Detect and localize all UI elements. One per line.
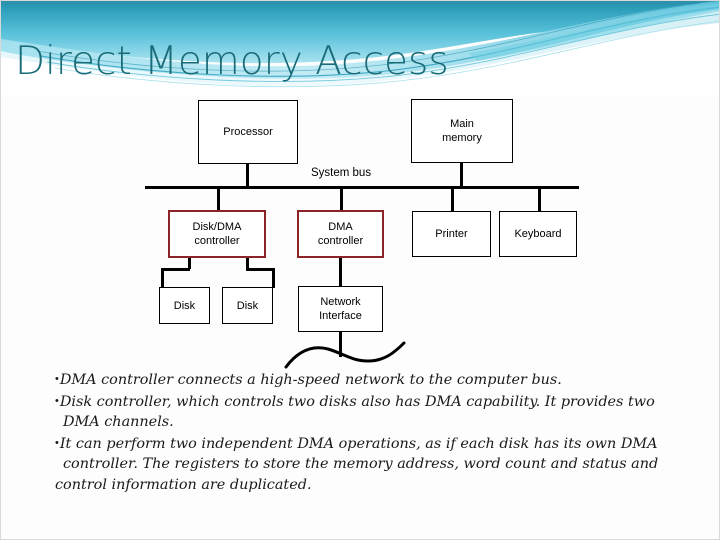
bullet-text-3-line-2-wrap: controller. The registers to store the m… (55, 454, 717, 475)
diagram-box-disk-2: Disk (222, 287, 273, 324)
box-label-disk-1: Disk (173, 299, 196, 312)
bullet-text-3-line-1: It can perform two independent DMA opera… (59, 435, 658, 452)
diagram-box-disk-dma-controller: Disk/DMA controller (168, 210, 266, 258)
connector-main-memory-to-bus (460, 163, 463, 187)
body-content: •DMA controller connects a high-speed ne… (55, 369, 717, 496)
bullet-text-2-line-2: DMA channels. (63, 414, 174, 431)
box-label-processor: Processor (223, 126, 273, 138)
diagram-label-system-bus: System bus (311, 167, 372, 179)
bullet-text-1-line-1: DMA controller connects a high-speed net… (59, 372, 562, 388)
diagram-box-network-interface: Network Interface (298, 286, 383, 332)
bullet-item-3: •It can perform two independent DMA oper… (55, 433, 717, 455)
connector-elbow-disk-1-horizontal (161, 268, 190, 271)
connector-bus-to-printer (451, 187, 454, 211)
connector-processor-to-bus (246, 164, 249, 187)
bullet-text-3-line-2: controller. The registers to store the m… (63, 456, 659, 473)
bullet-item-1: •DMA controller connects a high-speed ne… (55, 369, 717, 391)
diagram-box-printer: Printer (412, 211, 491, 257)
diagram-box-keyboard: Keyboard (499, 211, 577, 257)
connector-dma-to-network-interface (339, 258, 342, 287)
bullet-item-2: •Disk controller, which controls two dis… (55, 391, 717, 413)
box-label-network-interface: Network Interface (319, 296, 362, 322)
slide-canvas: Direct Memory Access Processor Main memo… (0, 0, 720, 540)
connector-elbow-disk-2-vertical (272, 268, 275, 288)
diagram-system-bus-line (145, 186, 579, 189)
connector-elbow-disk-2-horizontal (246, 268, 274, 271)
bullet-glyph-1: • (55, 373, 59, 385)
box-label-printer: Printer (435, 228, 468, 240)
bullet-text-3-line-3-wrap: control information are duplicated. (55, 475, 717, 496)
network-wave-line (284, 341, 406, 369)
bullet-text-2-line-1: Disk controller, which controls two disk… (59, 393, 655, 410)
bullet-text-2-line-2-wrap: DMA channels. (55, 412, 717, 433)
diagram-box-disk-1: Disk (159, 287, 210, 324)
connector-bus-to-keyboard (538, 187, 541, 211)
box-label-keyboard: Keyboard (514, 228, 562, 240)
diagram-box-processor: Processor (198, 100, 298, 164)
connector-bus-to-dma-controller (340, 187, 343, 211)
box-label-disk-2: Disk (236, 299, 259, 312)
diagram-box-main-memory: Main memory (411, 99, 513, 163)
bullet-text-3-line-3: control information are duplicated. (55, 476, 312, 493)
bullet-glyph-3: • (55, 436, 59, 449)
bullet-glyph-2: • (55, 394, 59, 407)
box-label-disk-dma-controller: Disk/DMA controller (192, 221, 242, 247)
connector-elbow-disk-1-vertical (161, 268, 164, 288)
diagram-box-dma-controller: DMA controller (297, 210, 384, 258)
box-label-main-memory: Main memory (442, 118, 482, 144)
box-label-dma-controller: DMA controller (317, 221, 364, 247)
connector-bus-to-disk-dma-controller (217, 187, 220, 211)
